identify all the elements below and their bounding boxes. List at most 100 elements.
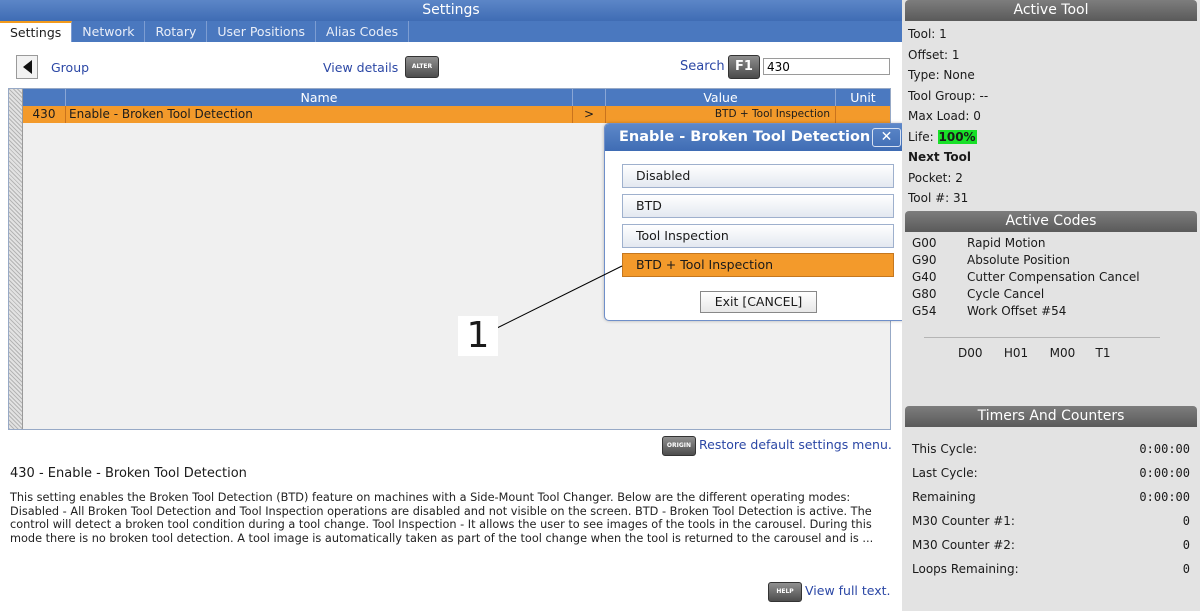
timer-row: Remaining 0:00:00 [902, 485, 1200, 509]
next-tool-heading: Next Tool [908, 150, 972, 164]
description-title: 430 - Enable - Broken Tool Detection [10, 466, 247, 481]
g-code-desc: Cycle Cancel [967, 287, 1045, 301]
timer-row: Loops Remaining: 0 [902, 557, 1200, 581]
settings-toolbar: Group View details ALTER Search F1 [0, 54, 902, 82]
table-header: Name Value Unit [23, 89, 890, 106]
tool-number: Tool: 1 [908, 27, 947, 41]
tab-rotary[interactable]: Rotary [145, 21, 208, 42]
timer-row: M30 Counter #2: 0 [902, 533, 1200, 557]
help-area: HELP View full text. [766, 580, 896, 604]
g-code-desc: Rapid Motion [967, 236, 1046, 250]
row-number: 430 [23, 106, 66, 123]
code-row: G90 Absolute Position [912, 252, 1200, 269]
code-row: G00 Rapid Motion [912, 235, 1200, 252]
group-link[interactable]: Group [51, 60, 89, 75]
restore-defaults-link[interactable]: Restore default settings menu. [699, 437, 892, 452]
next-pocket: Pocket: 2 [908, 170, 963, 185]
d-code: D00 [958, 346, 983, 360]
tab-network[interactable]: Network [72, 21, 146, 42]
option-disabled[interactable]: Disabled [622, 164, 894, 188]
tool-max-load: Max Load: 0 [908, 109, 981, 123]
next-tool-number: Tool #: 31 [908, 191, 969, 205]
timer-label: Loops Remaining: [912, 562, 1019, 576]
code-row: G54 Work Offset #54 [912, 303, 1200, 320]
codes-divider [924, 337, 1160, 338]
g-code-desc: Work Offset #54 [967, 304, 1067, 318]
active-tool-panel: Active Tool Tool: 1 Offset: 1 Type: None… [902, 0, 1200, 207]
row-unit [836, 106, 890, 123]
tool-life: Life: 100% [908, 127, 1200, 148]
option-btd-tool-inspection[interactable]: BTD + Tool Inspection [622, 253, 894, 277]
col-header-name: Name [66, 89, 573, 106]
tab-user-positions[interactable]: User Positions [207, 21, 317, 42]
timer-label: M30 Counter #1: [912, 514, 1015, 528]
option-tool-inspection[interactable]: Tool Inspection [622, 224, 894, 248]
option-btd[interactable]: BTD [622, 194, 894, 218]
settings-title: Settings [0, 0, 902, 21]
view-details-link[interactable]: View details [323, 60, 398, 75]
close-icon[interactable]: ✕ [872, 128, 901, 147]
timer-row: M30 Counter #1: 0 [902, 509, 1200, 533]
g-code-desc: Cutter Compensation Cancel [967, 270, 1140, 284]
code-row: G80 Cycle Cancel [912, 286, 1200, 303]
search-label: Search [680, 59, 725, 74]
row-name: Enable - Broken Tool Detection [66, 106, 573, 123]
timer-value: 0 [1182, 538, 1190, 552]
col-header-arrow [573, 89, 606, 106]
row-value: BTD + Tool Inspection [606, 106, 836, 123]
alter-key-icon[interactable]: ALTER [405, 56, 439, 78]
restore-defaults: ORIGIN Restore default settings menu. [660, 434, 894, 458]
dialog-title: Enable - Broken Tool Detection [605, 124, 909, 151]
life-badge: 100% [937, 129, 977, 144]
row-arrow: > [573, 106, 606, 123]
code-row: G40 Cutter Compensation Cancel [912, 269, 1200, 286]
view-full-text-link[interactable]: View full text. [805, 583, 891, 598]
timer-label: This Cycle: [912, 442, 978, 456]
g-code: G40 [912, 270, 937, 284]
timers-panel: Timers And Counters This Cycle: 0:00:00 L… [902, 406, 1200, 611]
back-arrow-icon[interactable] [16, 55, 38, 79]
tab-alias-codes[interactable]: Alias Codes [316, 21, 410, 42]
exit-cancel-button[interactable]: Exit [CANCEL] [700, 291, 817, 313]
timer-value: 0 [1182, 514, 1190, 528]
help-key-icon[interactable]: HELP [768, 582, 802, 602]
timer-label: Remaining [912, 490, 976, 504]
description-text: This setting enables the Broken Tool Det… [10, 491, 874, 545]
h-code: H01 [1003, 346, 1029, 360]
tool-offset: Offset: 1 [908, 47, 960, 62]
callout-number: 1 [458, 316, 498, 356]
timer-value: 0:00:00 [1139, 442, 1190, 456]
tool-group: Tool Group: -- [908, 88, 989, 103]
timer-row: Last Cycle: 0:00:00 [902, 461, 1200, 485]
table-scrollbar[interactable] [9, 89, 23, 429]
timer-label: Last Cycle: [912, 466, 978, 480]
timer-value: 0 [1182, 562, 1190, 576]
tool-type: Type: None [908, 68, 975, 82]
active-tool-title: Active Tool [905, 0, 1197, 21]
timer-label: M30 Counter #2: [912, 538, 1015, 552]
tab-settings[interactable]: Settings [0, 21, 73, 42]
col-header-number [23, 89, 66, 106]
timers-title: Timers And Counters [905, 406, 1197, 427]
t-code: T1 [1095, 346, 1111, 360]
active-codes-title: Active Codes [905, 211, 1197, 232]
life-label: Life: [908, 129, 934, 144]
g-code: G80 [912, 287, 937, 301]
status-sidebar: Active Tool Tool: 1 Offset: 1 Type: None… [902, 0, 1200, 611]
f1-key-icon[interactable]: F1 [728, 55, 760, 79]
timer-value: 0:00:00 [1139, 490, 1190, 504]
g-code: G90 [912, 253, 937, 267]
timer-value: 0:00:00 [1139, 466, 1190, 480]
col-header-unit: Unit [850, 90, 876, 105]
settings-tab-bar: Settings Network Rotary User Positions A… [0, 21, 902, 42]
g-code-desc: Absolute Position [967, 253, 1070, 267]
col-header-value: Value [606, 89, 836, 106]
m-code: M00 [1049, 346, 1076, 360]
active-codes-panel: Active Codes G00 Rapid Motion G90 Absolute… [902, 211, 1200, 401]
search-input[interactable] [763, 58, 890, 75]
option-dialog: Enable - Broken Tool Detection ✕ Disable… [604, 123, 910, 321]
table-row[interactable]: 430 Enable - Broken Tool Detection > BTD… [23, 106, 890, 123]
timer-row: This Cycle: 0:00:00 [902, 437, 1200, 461]
dhmt-codes: D00 H01 M00 T1 [958, 346, 1137, 360]
origin-key-icon[interactable]: ORIGIN [662, 436, 696, 456]
